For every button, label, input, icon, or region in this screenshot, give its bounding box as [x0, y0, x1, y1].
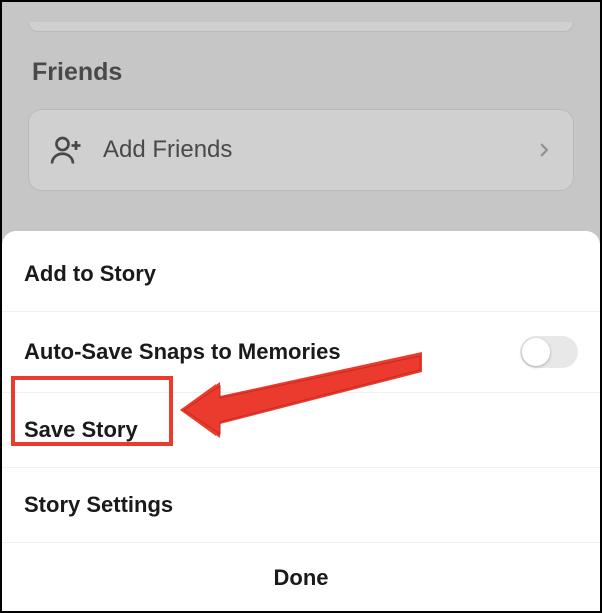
sheet-item-label: Save Story	[24, 417, 138, 443]
sheet-item-story-settings[interactable]: Story Settings	[2, 468, 600, 543]
done-button[interactable]: Done	[2, 543, 600, 611]
sheet-item-save-story[interactable]: Save Story	[2, 393, 600, 468]
auto-save-toggle[interactable]	[520, 336, 578, 368]
sheet-item-label: Auto-Save Snaps to Memories	[24, 339, 341, 365]
sheet-item-label: Add to Story	[24, 261, 156, 287]
toggle-knob	[522, 338, 550, 366]
action-sheet: Add to Story Auto-Save Snaps to Memories…	[2, 231, 600, 611]
sheet-item-auto-save[interactable]: Auto-Save Snaps to Memories	[2, 312, 600, 393]
sheet-item-add-to-story[interactable]: Add to Story	[2, 231, 600, 312]
sheet-item-label: Story Settings	[24, 492, 173, 518]
done-label: Done	[274, 565, 329, 590]
